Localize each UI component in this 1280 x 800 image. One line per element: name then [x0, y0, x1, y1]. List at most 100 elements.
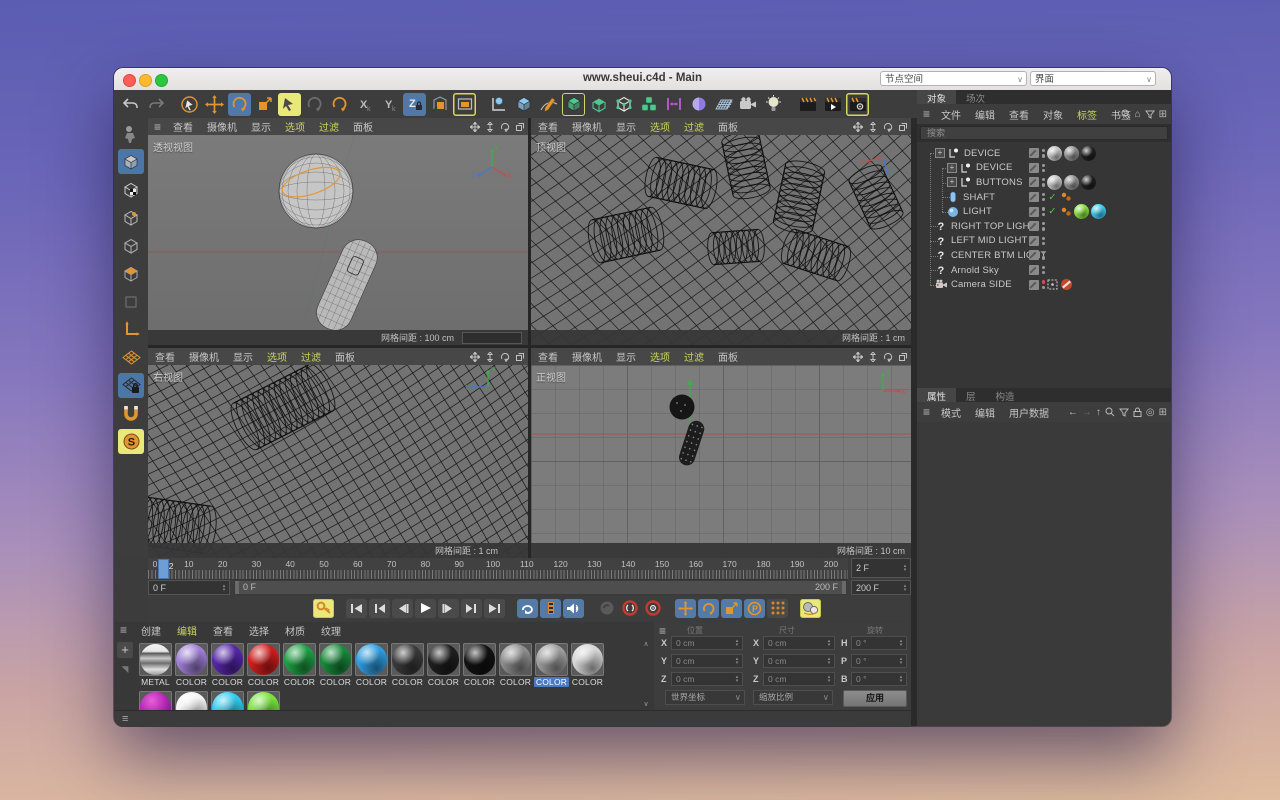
viewport-menu-面板[interactable]: 面板 [711, 119, 745, 134]
redo-icon[interactable] [144, 93, 167, 116]
record-dim-button[interactable] [596, 599, 617, 618]
end-frame-field[interactable]: 200 F▴▾ [851, 580, 911, 595]
material-tile[interactable] [138, 691, 173, 710]
viewport-menu-查看[interactable]: 查看 [531, 119, 565, 134]
viewport-menu-查看[interactable]: 查看 [148, 349, 182, 364]
filter-icon[interactable] [1119, 408, 1129, 417]
stepper-icon[interactable]: ▴▾ [825, 637, 833, 649]
edit-toggle[interactable] [1029, 250, 1039, 260]
material-scrollbar[interactable]: ∧∨ [641, 640, 651, 708]
coordinate-field[interactable]: 0 cm▴▾ [671, 636, 743, 650]
snap-magnet-icon[interactable] [118, 401, 144, 426]
orbit-icon[interactable] [500, 122, 510, 132]
rotate-band-icon[interactable] [328, 93, 351, 116]
material-tag[interactable] [1047, 175, 1062, 190]
titlebar[interactable]: www.sheui.c4d - Main 节点空间 ∨ 界面 ∨ [114, 68, 1171, 91]
keyframe-bar-button[interactable] [540, 599, 561, 618]
material-tile[interactable]: COLOR [462, 643, 497, 687]
viewport-canvas-front[interactable]: YX [531, 365, 911, 558]
viewport-1[interactable]: YXZ≡查看摄像机显示选项过滤面板透视视图网格间距 : 100 cm [148, 118, 528, 345]
viewport-menu-过滤[interactable]: 过滤 [312, 119, 346, 134]
world-coords-dropdown[interactable]: 世界坐标∨ [665, 690, 745, 705]
material-menu-编辑[interactable]: 编辑 [169, 623, 205, 638]
viewport-canvas-right[interactable]: YZ [148, 365, 528, 558]
material-menu-材质[interactable]: 材质 [277, 623, 313, 638]
render-icon[interactable] [796, 93, 819, 116]
stepper-icon[interactable]: ▴▾ [825, 655, 833, 667]
viewport-menu-面板[interactable]: 面板 [328, 349, 362, 364]
simulation-toggle[interactable] [800, 599, 821, 618]
enabled-check-icon[interactable]: ✓ [1048, 192, 1056, 203]
visibility-dots[interactable] [1042, 222, 1045, 231]
viewport-menu-icon[interactable]: ≡ [148, 120, 166, 134]
axis-mode-icon[interactable] [118, 317, 144, 342]
edit-toggle[interactable] [1029, 192, 1039, 202]
layout-select[interactable]: 界面 ∨ [1030, 71, 1156, 86]
node-space-select[interactable]: 节点空间 ∨ [880, 71, 1027, 86]
material-menu-创建[interactable]: 创建 [133, 623, 169, 638]
axis-z-lock-icon[interactable]: Z [403, 93, 426, 116]
light-icon[interactable] [762, 93, 785, 116]
range-slider[interactable]: 0 F200 F [234, 580, 847, 595]
tab-属性[interactable]: 属性 [917, 388, 956, 402]
visibility-dots[interactable] [1042, 149, 1045, 158]
viewport-menu-选项[interactable]: 选项 [643, 119, 677, 134]
stepper-icon[interactable]: ▴▾ [220, 581, 228, 594]
visibility-dots[interactable] [1042, 280, 1045, 289]
pan-icon[interactable] [853, 352, 863, 362]
coordinate-field[interactable]: 0 °▴▾ [851, 654, 907, 668]
up-icon[interactable]: ↑ [1096, 407, 1101, 418]
spline-arrange-icon[interactable] [662, 93, 685, 116]
search-icon[interactable] [1105, 407, 1115, 417]
object-row[interactable]: ?Arnold Sky [917, 263, 1171, 278]
dolly-icon[interactable] [868, 122, 878, 132]
current-frame-field[interactable]: 2 F▴▾ [851, 558, 911, 578]
material-menu-选择[interactable]: 选择 [241, 623, 277, 638]
pan-icon[interactable] [470, 122, 480, 132]
material-tag[interactable] [1081, 146, 1096, 161]
dolly-icon[interactable] [485, 122, 495, 132]
viewport-menu-查看[interactable]: 查看 [166, 119, 200, 134]
key-position-toggle[interactable] [675, 599, 696, 618]
loop-button[interactable] [517, 599, 538, 618]
next-key-button[interactable] [461, 599, 482, 618]
viewport-menu-显示[interactable]: 显示 [226, 349, 260, 364]
visibility-dots[interactable] [1042, 251, 1045, 260]
coordinate-field[interactable]: 0 cm▴▾ [763, 636, 835, 650]
goto-end-button[interactable] [484, 599, 505, 618]
object-menu-对象[interactable]: 对象 [1036, 107, 1070, 122]
stepper-icon[interactable]: ▴▾ [733, 655, 741, 667]
material-tag[interactable] [1074, 204, 1089, 219]
material-menu-查看[interactable]: 查看 [205, 623, 241, 638]
spline-pen-icon[interactable] [537, 93, 560, 116]
viewport-canvas-persp[interactable]: YXZ [148, 135, 528, 345]
material-tag[interactable] [1091, 204, 1106, 219]
record-keyframe-button[interactable] [313, 599, 334, 618]
polygon-mode-icon[interactable] [118, 261, 144, 286]
render-view-icon[interactable] [453, 93, 476, 116]
snap-dim-icon[interactable] [303, 93, 326, 116]
material-tile[interactable]: COLOR [354, 643, 389, 687]
key-rotation-toggle[interactable] [698, 599, 719, 618]
add-icon[interactable]: ⊞ [1159, 407, 1167, 418]
material-tile[interactable]: COLOR [282, 643, 317, 687]
material-tag[interactable] [1064, 146, 1079, 161]
snap-s-icon[interactable]: S [118, 429, 144, 454]
coordinate-field[interactable]: 0 cm▴▾ [763, 672, 835, 686]
pan-icon[interactable] [853, 122, 863, 132]
goto-start-button[interactable] [346, 599, 367, 618]
add-panel-icon[interactable]: ⊞ [1159, 109, 1167, 120]
stepper-icon[interactable]: ▴▾ [897, 673, 905, 685]
undo-icon[interactable] [119, 93, 142, 116]
back-icon[interactable]: ← [1068, 407, 1078, 418]
object-row[interactable]: ?RIGHT TOP LIGHT [917, 219, 1171, 234]
coordinate-field[interactable]: 0 cm▴▾ [671, 654, 743, 668]
point-mode-icon[interactable] [118, 233, 144, 258]
viewport-3[interactable]: YZ查看摄像机显示选项过滤面板右视图网格间距 : 1 cm [148, 348, 528, 558]
material-tile[interactable] [246, 691, 281, 710]
object-menu-icon[interactable]: ≡ [917, 107, 934, 121]
dolly-icon[interactable] [485, 352, 495, 362]
attribute-menu-用户数据[interactable]: 用户数据 [1002, 405, 1056, 420]
prev-frame-button[interactable] [392, 599, 413, 618]
coord-system-icon[interactable] [428, 93, 451, 116]
